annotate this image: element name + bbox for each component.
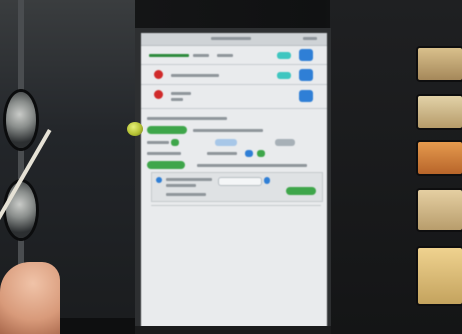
photo-background xyxy=(0,0,462,334)
metal-plate-2 xyxy=(418,96,462,128)
header-right-text xyxy=(303,37,317,40)
row-2-teal-button[interactable] xyxy=(277,72,291,79)
row-1-subtext-2 xyxy=(217,54,233,57)
row-1-subtext xyxy=(193,54,209,57)
row-1-blue-button[interactable] xyxy=(299,49,313,61)
action-1-caption xyxy=(193,129,263,132)
panel-checkbox-1[interactable] xyxy=(156,177,162,183)
row-3-blue-button[interactable] xyxy=(299,90,313,102)
toggle-2[interactable] xyxy=(245,150,253,157)
row-2-logo-icon xyxy=(154,70,163,79)
panel-line-3 xyxy=(166,193,206,196)
select-field-2[interactable] xyxy=(275,139,295,146)
list-row-3[interactable] xyxy=(141,86,327,109)
metal-plate-5 xyxy=(418,248,462,304)
row-2-blue-button[interactable] xyxy=(299,69,313,81)
toggle-3[interactable] xyxy=(257,150,265,157)
row-3-text xyxy=(171,92,191,95)
row-2-text xyxy=(171,74,219,77)
row-1-teal-button[interactable] xyxy=(277,52,291,59)
panel-footer-line xyxy=(151,205,321,206)
row-3-subtext xyxy=(171,98,183,101)
header-text-line xyxy=(211,37,251,40)
action-2-caption xyxy=(197,164,307,167)
hand xyxy=(0,262,60,334)
touchscreen-display xyxy=(141,33,327,333)
metal-plate-4 xyxy=(418,190,462,230)
round-port-top xyxy=(6,92,36,148)
panel-line-1 xyxy=(166,178,212,181)
green-action-button-1[interactable] xyxy=(147,126,187,134)
metal-plate-1 xyxy=(418,48,462,80)
option-label-2 xyxy=(147,152,181,155)
list-row-1[interactable] xyxy=(141,46,327,65)
green-action-button-2[interactable] xyxy=(147,161,185,169)
round-port-bottom xyxy=(6,182,36,238)
metal-plate-3 xyxy=(418,142,462,174)
screen-header-bar xyxy=(141,33,327,46)
panel-input[interactable] xyxy=(218,177,262,186)
select-field-1[interactable] xyxy=(215,139,237,146)
right-machine-area xyxy=(330,0,462,334)
pointer-ball-tip xyxy=(127,122,143,136)
panel-small-toggle[interactable] xyxy=(264,177,270,184)
option-label-1 xyxy=(147,141,169,144)
list-row-2[interactable] xyxy=(141,66,327,85)
panel-line-2 xyxy=(166,184,196,187)
row-1-text xyxy=(149,54,189,57)
toggle-1[interactable] xyxy=(171,139,179,146)
detail-panel xyxy=(151,172,323,202)
device-bottom-bezel xyxy=(135,326,331,334)
vertical-rail xyxy=(18,0,24,300)
option-label-3 xyxy=(207,152,237,155)
section-label xyxy=(147,117,227,120)
panel-green-button[interactable] xyxy=(286,187,316,195)
row-3-logo-icon xyxy=(154,90,163,99)
